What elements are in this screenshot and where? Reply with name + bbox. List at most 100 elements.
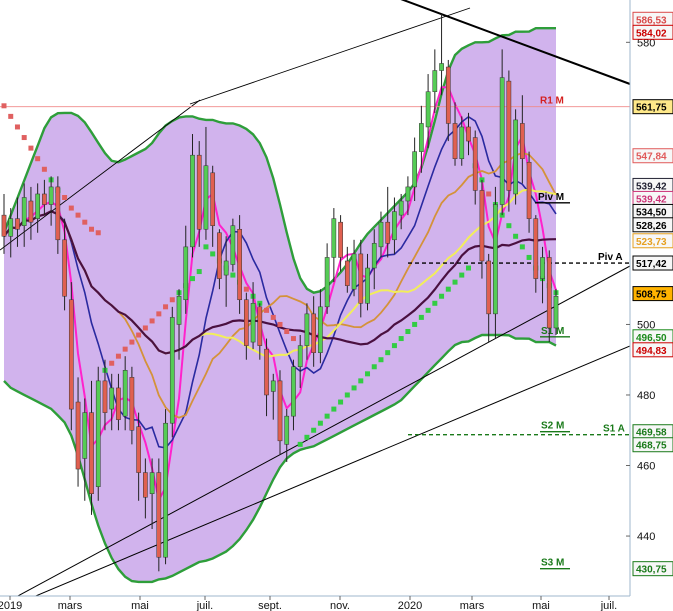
sar-point xyxy=(452,279,458,285)
candle-body xyxy=(351,253,357,290)
sar-point xyxy=(465,265,471,271)
candle xyxy=(68,282,74,431)
sar-point xyxy=(358,378,364,384)
candle-body xyxy=(68,299,74,410)
price-tag: 523,73 xyxy=(632,233,673,249)
sar-point xyxy=(304,434,310,440)
price-tag: 534,50 xyxy=(632,203,673,219)
level-label: S1 A xyxy=(603,424,625,435)
price-tag: 517,42 xyxy=(632,255,673,271)
x-tick-label: sept. xyxy=(258,600,282,611)
candle-body xyxy=(506,80,512,191)
sar-point xyxy=(35,156,41,162)
sar-point xyxy=(519,244,525,250)
candle-body xyxy=(277,380,283,442)
y-tick-label: 480 xyxy=(637,390,655,402)
candle-body xyxy=(183,246,189,301)
sar-point xyxy=(82,219,88,225)
price-tag-label: 539,42 xyxy=(636,181,667,192)
sar-point xyxy=(169,297,175,303)
sar-point xyxy=(163,304,169,310)
sar-point xyxy=(486,191,492,197)
candle-body xyxy=(102,380,108,413)
candle-body xyxy=(553,295,559,329)
price-tag-label: 584,02 xyxy=(636,28,667,39)
price-tag: 547,84 xyxy=(632,148,673,164)
sar-point xyxy=(156,311,162,317)
candle-body xyxy=(82,412,88,459)
candle-body xyxy=(452,123,458,159)
price-tag: 528,26 xyxy=(632,217,673,233)
price-tag-label: 430,75 xyxy=(636,565,667,576)
price-tag-label: 523,73 xyxy=(636,237,667,248)
sar-point xyxy=(351,385,357,391)
candle-body xyxy=(284,415,290,445)
candle-body xyxy=(95,380,101,487)
sar-point xyxy=(149,318,155,324)
price-tag-label: 586,53 xyxy=(636,15,667,26)
sar-point xyxy=(28,145,34,151)
candle-body xyxy=(540,257,545,279)
candle-body xyxy=(311,313,316,353)
level-label: S1 M xyxy=(541,326,564,337)
candle xyxy=(553,289,559,336)
sar-point xyxy=(95,230,101,236)
sar-point xyxy=(459,272,465,278)
candle xyxy=(506,70,512,212)
candle-body xyxy=(304,313,310,346)
price-tag: 561,75 xyxy=(632,99,673,115)
sar-point xyxy=(378,357,384,363)
candle-body xyxy=(149,472,155,494)
price-tag: 496,50 xyxy=(632,329,673,345)
candle-body xyxy=(499,77,505,205)
price-tag-label: 468,75 xyxy=(636,441,667,452)
price-tag-label: 561,75 xyxy=(636,103,667,114)
candle-body xyxy=(62,239,67,297)
price-tag: 468,75 xyxy=(632,437,673,453)
candle-body xyxy=(237,228,242,301)
sar-point xyxy=(203,244,209,250)
candle-body xyxy=(250,303,256,343)
price-tag: 430,75 xyxy=(632,561,673,577)
candle-body xyxy=(324,257,330,308)
price-tag-label: 539,42 xyxy=(636,194,667,205)
candle-body xyxy=(136,426,141,473)
sar-point xyxy=(189,276,195,282)
candle-body xyxy=(439,63,444,71)
candle-body xyxy=(264,348,269,396)
candle xyxy=(156,458,162,572)
sar-point xyxy=(14,124,20,130)
sar-point xyxy=(196,269,202,275)
candle-body xyxy=(419,123,424,152)
sar-point xyxy=(8,113,14,119)
sar-point xyxy=(136,332,142,338)
candle-body xyxy=(75,401,81,470)
sar-point xyxy=(365,371,371,377)
sar-point xyxy=(129,339,135,345)
candle-body xyxy=(291,366,296,417)
sar-point xyxy=(115,353,121,359)
candle xyxy=(230,218,236,272)
candle-body xyxy=(472,137,478,191)
price-tag-label: 508,75 xyxy=(636,290,667,301)
sar-point xyxy=(1,103,7,109)
candle-body xyxy=(318,306,323,353)
price-tag-label: 494,83 xyxy=(636,346,667,357)
sar-point xyxy=(264,307,270,313)
x-tick-label: mars xyxy=(460,600,485,611)
candle xyxy=(169,306,175,438)
candle-body xyxy=(371,243,377,269)
candle xyxy=(95,366,101,501)
price-tag-label: 547,84 xyxy=(636,152,667,163)
candle-body xyxy=(230,225,236,265)
sar-point xyxy=(277,321,283,327)
candle-body xyxy=(196,154,202,230)
candle-body xyxy=(405,186,411,202)
candle-body xyxy=(513,119,518,195)
candle-body xyxy=(42,193,47,205)
sar-point xyxy=(41,166,47,172)
sar-point xyxy=(506,223,512,229)
price-tag-label: 469,58 xyxy=(636,428,667,439)
candle-body xyxy=(358,253,364,304)
candle-body xyxy=(244,299,249,346)
